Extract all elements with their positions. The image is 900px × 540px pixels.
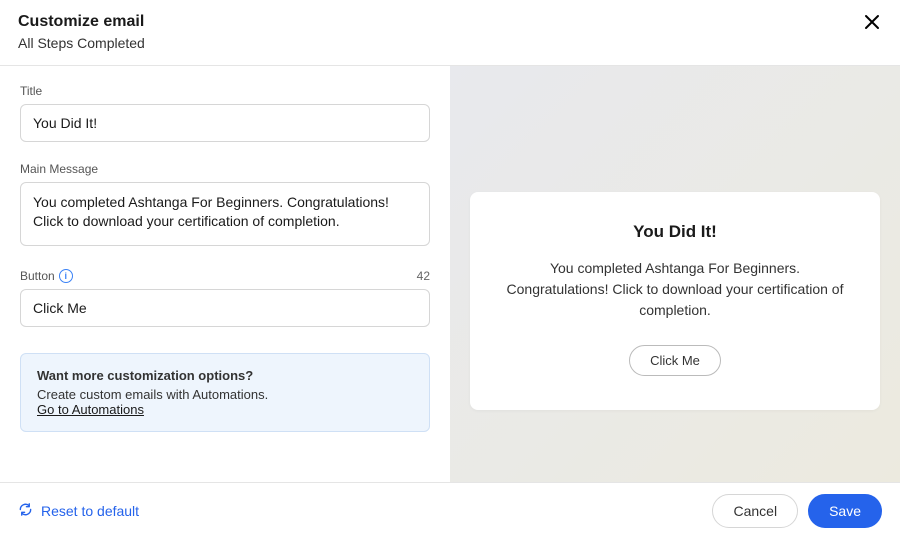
- message-field-group: Main Message: [20, 162, 430, 249]
- button-label: Button: [20, 269, 55, 283]
- info-icon[interactable]: i: [59, 269, 73, 283]
- title-label: Title: [20, 84, 42, 98]
- dialog-footer: Reset to default Cancel Save: [0, 482, 900, 540]
- button-char-count: 42: [417, 269, 430, 283]
- close-button[interactable]: [862, 12, 882, 36]
- dialog-subtitle: All Steps Completed: [18, 35, 145, 51]
- button-text-input[interactable]: [20, 289, 430, 327]
- header-text: Customize email All Steps Completed: [18, 12, 145, 51]
- preview-title: You Did It!: [498, 222, 852, 242]
- title-field-group: Title: [20, 84, 430, 142]
- dialog-header: Customize email All Steps Completed: [0, 0, 900, 66]
- callout-body: Create custom emails with Automations.: [37, 387, 413, 402]
- reset-to-default-button[interactable]: Reset to default: [18, 502, 139, 520]
- close-icon: [864, 13, 880, 35]
- button-field-group: Button i 42: [20, 269, 430, 327]
- callout-title: Want more customization options?: [37, 368, 413, 383]
- message-label: Main Message: [20, 162, 98, 176]
- title-input[interactable]: [20, 104, 430, 142]
- reset-label: Reset to default: [41, 503, 139, 519]
- form-panel: Title Main Message Button i 42 Want more…: [0, 66, 450, 482]
- automations-callout: Want more customization options? Create …: [20, 353, 430, 432]
- footer-actions: Cancel Save: [712, 494, 882, 528]
- cancel-button[interactable]: Cancel: [712, 494, 798, 528]
- preview-cta-button[interactable]: Click Me: [629, 345, 721, 376]
- preview-panel: You Did It! You completed Ashtanga For B…: [450, 66, 900, 482]
- go-to-automations-link[interactable]: Go to Automations: [37, 402, 144, 417]
- message-input[interactable]: [20, 182, 430, 246]
- preview-body: You completed Ashtanga For Beginners. Co…: [498, 258, 852, 321]
- dialog-title: Customize email: [18, 12, 145, 33]
- email-preview-card: You Did It! You completed Ashtanga For B…: [470, 192, 880, 410]
- dialog-body: Title Main Message Button i 42 Want more…: [0, 66, 900, 482]
- save-button[interactable]: Save: [808, 494, 882, 528]
- reset-icon: [18, 502, 33, 520]
